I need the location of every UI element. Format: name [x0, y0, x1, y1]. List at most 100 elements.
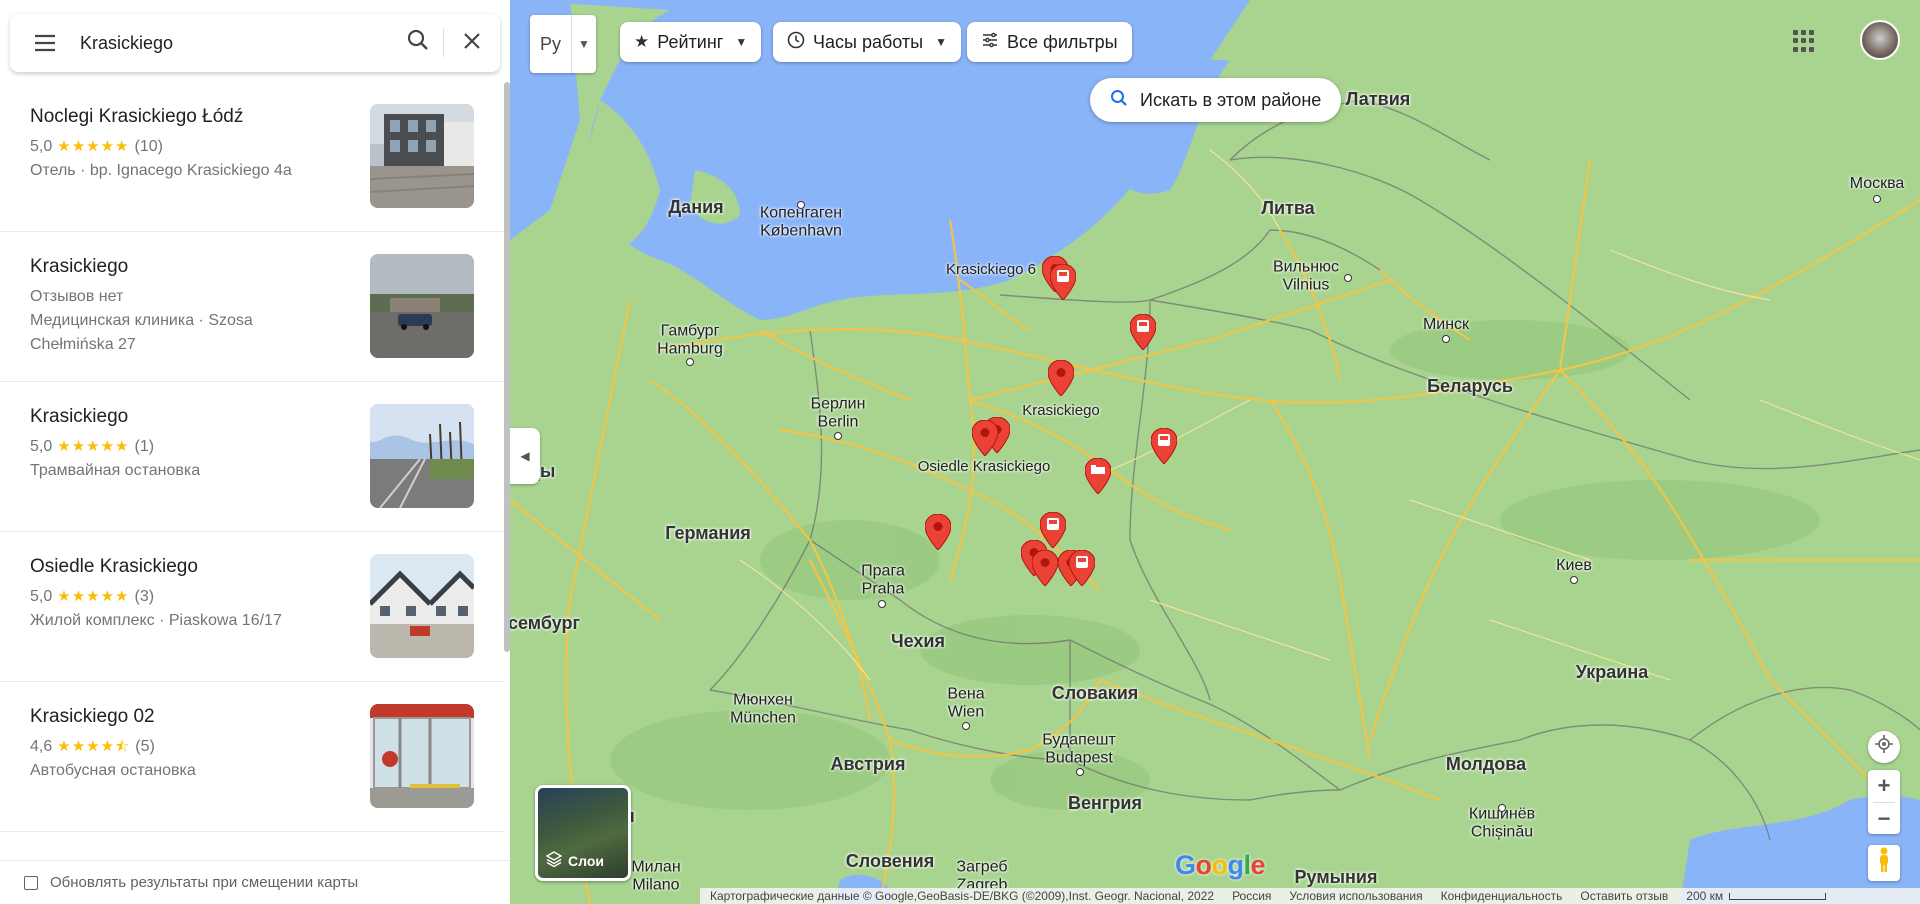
map-pin-transit[interactable]	[1069, 550, 1095, 586]
pin-label-osiedle[interactable]: Osiedle Krasickiego	[918, 458, 1051, 476]
chevron-down-icon[interactable]: ▼	[572, 15, 596, 73]
map-attribution: Картографические данные © Google,GeoBasi…	[710, 889, 1215, 903]
stars-icon: ★★★★★	[57, 438, 130, 455]
label-moscow: Москва	[1849, 175, 1905, 193]
city-dot	[1076, 768, 1084, 776]
chevron-left-icon: ◀	[520, 449, 530, 463]
footer-link-terms[interactable]: Условия использования	[1289, 889, 1422, 903]
stars-icon: ★★★★★	[57, 138, 130, 155]
city-dot	[797, 201, 805, 209]
stars-icon: ★★★★★	[57, 588, 130, 605]
results-panel: Krasickiego Noclegi Krasickiego Łódź 5,0…	[0, 0, 510, 904]
pin-label-krasickiego-6[interactable]: Krasickiego 6	[946, 261, 1036, 279]
list-item[interactable]: Krasickiego 02 4,6 ★★★★⯪ (5) Автобусная …	[0, 682, 504, 832]
menu-icon[interactable]	[10, 34, 80, 52]
scale-label: 200 км	[1686, 889, 1724, 903]
all-filters-chip[interactable]: Все фильтры	[967, 22, 1132, 62]
pin-label-krasickiego[interactable]: Krasickiego	[1022, 402, 1100, 420]
rating-filter-label: Рейтинг	[657, 31, 724, 52]
label-ukraine: Украина	[1575, 662, 1649, 683]
city-dot	[1873, 195, 1881, 203]
label-berlin: Берлин Berlin	[810, 395, 866, 430]
footer-link-privacy[interactable]: Конфиденциальность	[1441, 889, 1563, 903]
city-dot	[1570, 576, 1578, 584]
city-dot	[1442, 335, 1450, 343]
street-view-pegman[interactable]	[1868, 845, 1900, 881]
language-label[interactable]: Ру	[530, 15, 572, 73]
filter-sliders-icon	[981, 31, 999, 54]
language-selector[interactable]: Ру ▼	[530, 15, 596, 73]
layers-icon	[545, 851, 563, 870]
layers-button[interactable]: Слои	[535, 785, 631, 881]
label-moldova: Молдова	[1445, 754, 1527, 775]
label-milan: Милан Milano	[631, 858, 681, 893]
zoom-in-button[interactable]: +	[1878, 770, 1891, 802]
city-dot	[1498, 804, 1506, 812]
city-dot	[962, 722, 970, 730]
review-count: (1)	[134, 438, 155, 455]
place-details: Жилой комплекс · Piaskowa 16/17	[30, 612, 282, 629]
place-photo[interactable]	[370, 254, 474, 358]
footer-link-feedback[interactable]: Оставить отзыв	[1580, 889, 1668, 903]
map-pin-transit[interactable]	[1130, 314, 1156, 350]
rating-filter-chip[interactable]: ★ Рейтинг ▼	[620, 22, 762, 62]
review-count: (10)	[134, 138, 163, 155]
place-photo[interactable]	[370, 704, 474, 808]
search-this-area-button[interactable]: Искать в этом районе	[1090, 78, 1342, 122]
update-label: Обновлять результаты при смещении карты	[50, 874, 359, 891]
list-item[interactable]: Noclegi Krasickiego Łódź 5,0 ★★★★★ (10) …	[0, 82, 504, 232]
clock-icon	[787, 31, 805, 54]
review-count: (5)	[135, 738, 155, 755]
collapse-panel-button[interactable]: ◀	[510, 428, 540, 484]
label-slovenia: Словения	[845, 851, 935, 872]
map-pin[interactable]	[972, 420, 998, 456]
rating-value: 4,6	[30, 738, 53, 755]
label-czech: Чехия	[891, 631, 945, 652]
map-pin-transit[interactable]	[1050, 264, 1076, 300]
label-prague: Прага Praha	[861, 562, 905, 597]
map-pin-hotel[interactable]	[1085, 458, 1111, 494]
place-photo[interactable]	[370, 404, 474, 508]
zoom-controls: + −	[1868, 770, 1900, 834]
place-details: Отель · bp. Ignacego Krasickiego 4a	[30, 162, 292, 179]
apps-grid-icon[interactable]	[1793, 30, 1815, 52]
avatar[interactable]	[1860, 20, 1900, 60]
label-kyiv: Киев	[1556, 557, 1592, 575]
map-pin[interactable]	[1048, 360, 1074, 396]
review-count: (3)	[134, 588, 155, 605]
map-pin[interactable]	[1032, 550, 1058, 586]
map-canvas[interactable]: Дания Латвия Литва Беларусь Германия Чех…	[510, 0, 1920, 904]
search-input[interactable]: Krasickiego	[80, 33, 393, 54]
zoom-out-button[interactable]: −	[1878, 803, 1891, 834]
list-item[interactable]: Osiedle Krasickiego 5,0 ★★★★★ (3) Жилой …	[0, 532, 504, 682]
list-item[interactable]: Krasickiego 5,0 ★★★★★ (1) Трамвайная ост…	[0, 382, 504, 532]
label-luxembourg-partial: сембург	[510, 613, 581, 634]
stars-icon: ★★★★⯪	[57, 738, 131, 755]
map-pin[interactable]	[925, 514, 951, 550]
place-photo[interactable]	[370, 554, 474, 658]
close-icon[interactable]	[444, 29, 500, 57]
chevron-down-icon: ▼	[735, 35, 748, 49]
city-dot	[686, 358, 694, 366]
label-copenhagen: Копенгаген København	[759, 204, 843, 239]
update-on-map-move[interactable]: Обновлять результаты при смещении карты	[0, 860, 510, 904]
no-reviews-label: Отзывов нет	[30, 288, 124, 305]
search-icon[interactable]	[393, 29, 444, 57]
chevron-down-icon: ▼	[935, 35, 947, 49]
label-denmark: Дания	[668, 197, 724, 218]
results-scrollbar[interactable]	[504, 82, 510, 652]
label-munich: Мюнхен München	[730, 691, 796, 726]
map-pin-transit[interactable]	[1151, 428, 1177, 464]
update-checkbox[interactable]	[24, 875, 38, 890]
label-vienna: Вена Wien	[947, 685, 985, 720]
hours-filter-chip[interactable]: Часы работы ▼	[773, 22, 961, 62]
my-location-button[interactable]	[1868, 731, 1900, 763]
list-item[interactable]: Krasickiego Отзывов нет Медицинская клин…	[0, 232, 504, 382]
map-scale[interactable]: 200 км	[1686, 889, 1827, 903]
crosshair-icon	[1874, 734, 1894, 760]
place-photo[interactable]	[370, 104, 474, 208]
footer-link-region[interactable]: Россия	[1232, 889, 1271, 903]
label-hamburg: Гамбург Hamburg	[657, 322, 723, 357]
scale-bar	[1729, 892, 1827, 900]
city-dot	[1344, 274, 1352, 282]
